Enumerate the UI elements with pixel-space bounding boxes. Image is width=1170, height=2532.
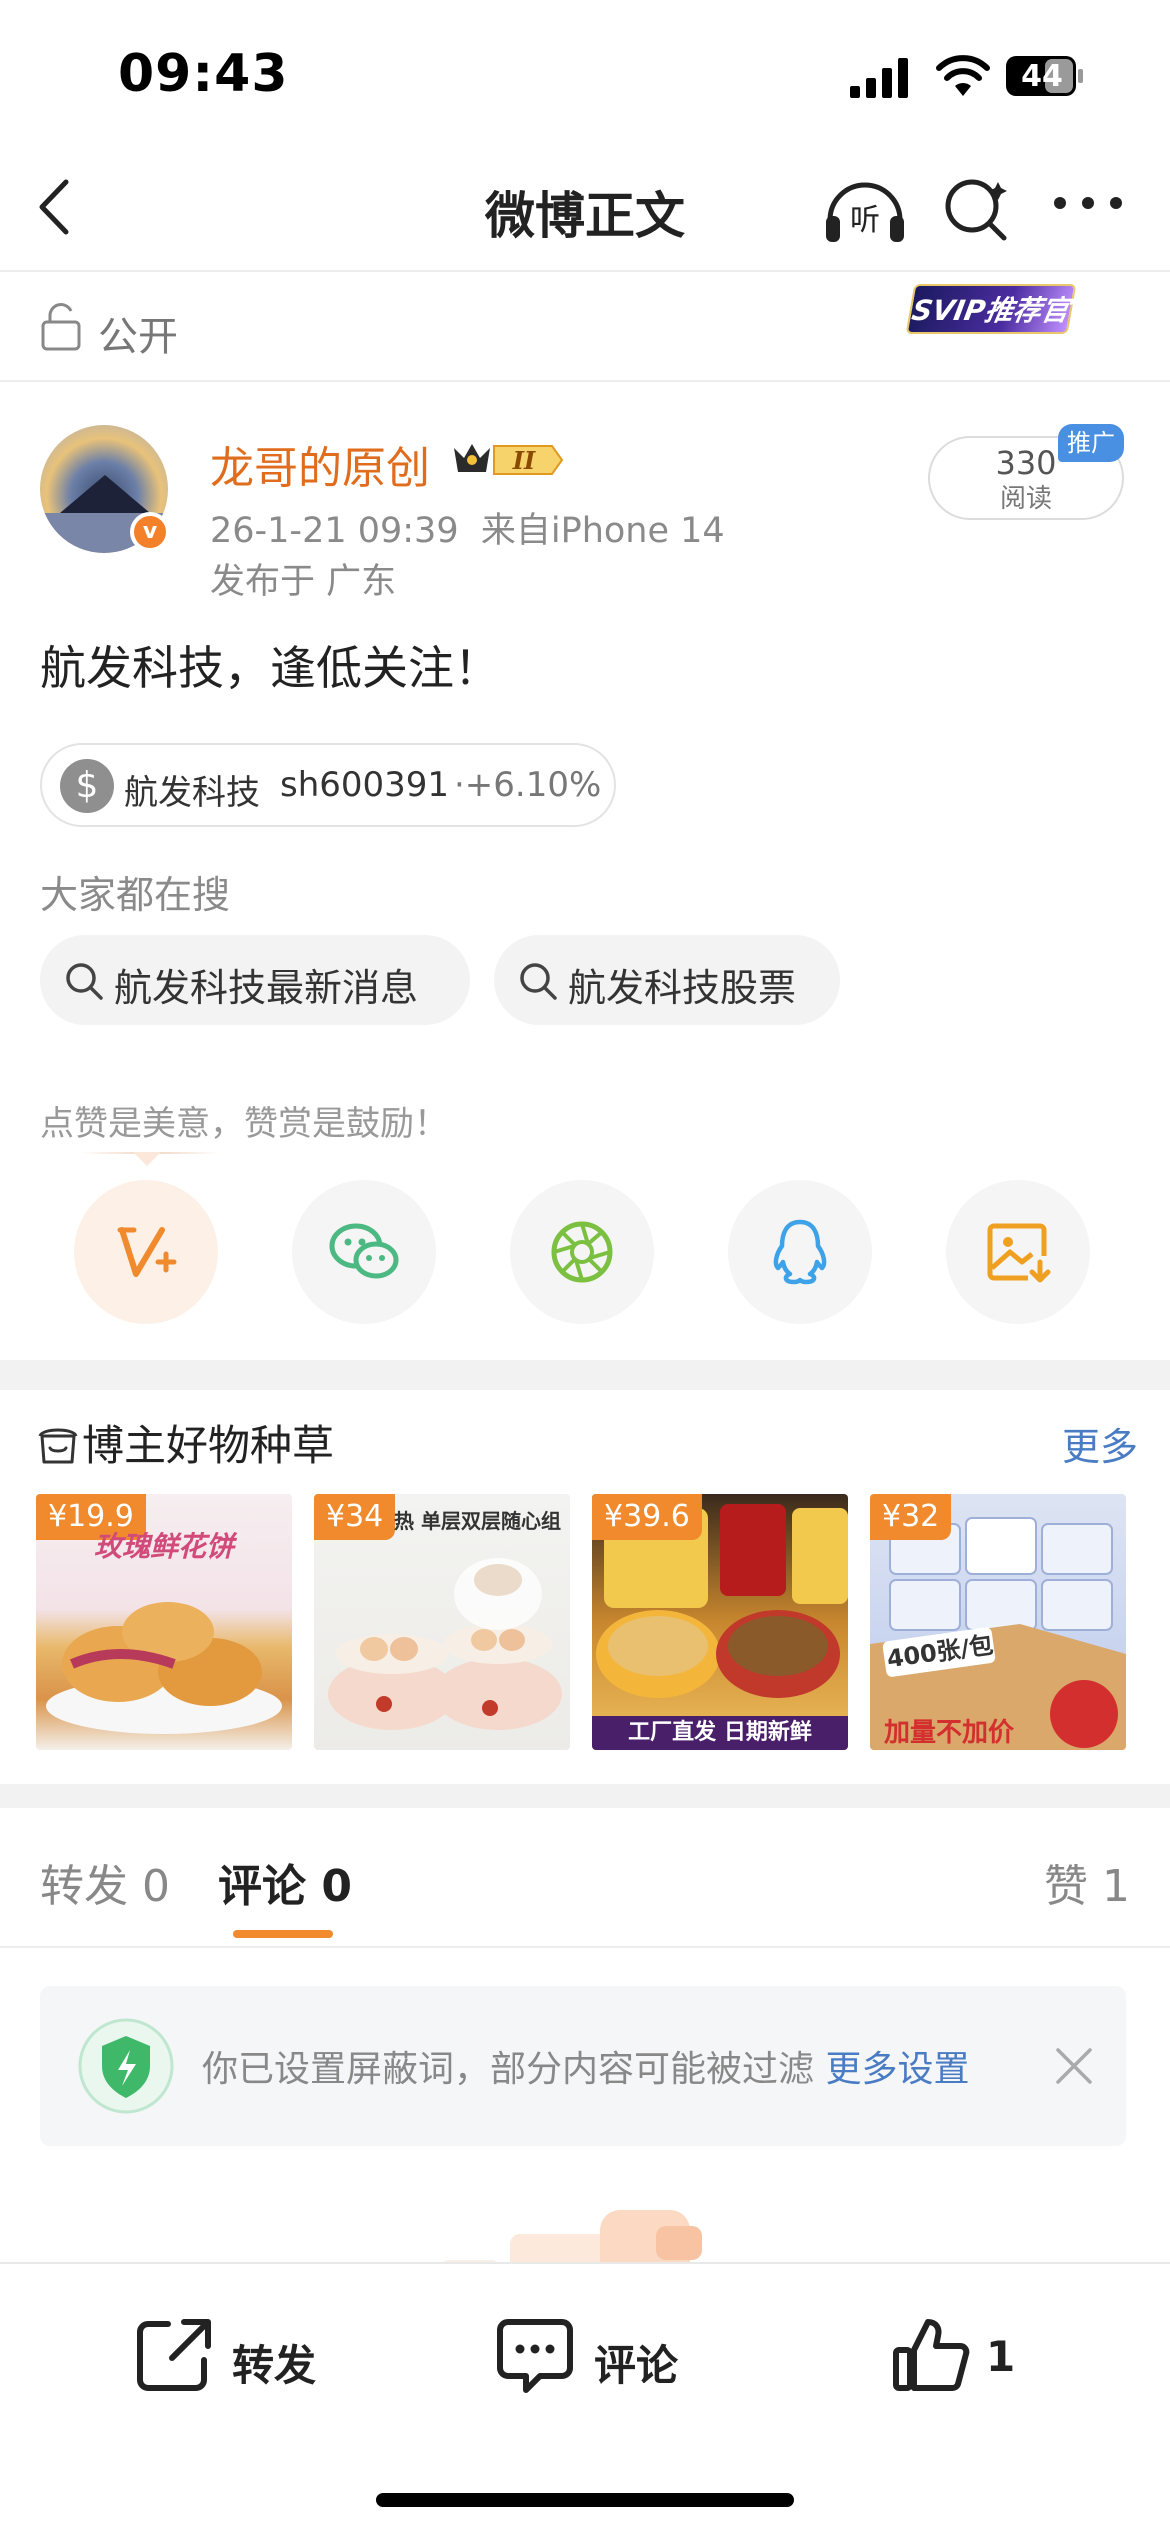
post-text: 航发科技，逢低关注！ <box>40 641 500 695</box>
repost-button[interactable]: 转发 <box>132 2314 332 2404</box>
goods-more-link[interactable]: 更多 <box>1062 1416 1138 1471</box>
share-wechat-button[interactable] <box>292 1180 436 1324</box>
shield-icon <box>78 2018 174 2114</box>
status-time: 09:43 <box>118 44 289 104</box>
tab-like[interactable]: 赞 1 <box>1044 1850 1130 1914</box>
comment-button[interactable]: 评论 <box>494 2314 694 2404</box>
product-card[interactable]: ¥39.6 工厂直发 日期新鲜 <box>592 1494 848 1750</box>
product-price: ¥39.6 <box>592 1494 702 1540</box>
search-suggestion-text: 航发科技股票 <box>568 966 797 1010</box>
moments-icon <box>551 1221 613 1283</box>
comment-label: 评论 <box>594 2341 679 2390</box>
stock-chip[interactable]: $ 航发科技 sh600391 ·+6.10% <box>40 743 616 827</box>
promote-tag[interactable]: 推广 <box>1058 424 1124 462</box>
like-button[interactable]: 1 <box>890 2314 1040 2404</box>
tab-comment[interactable]: 评论 0 <box>218 1850 352 1914</box>
product-price: ¥32 <box>870 1494 952 1540</box>
filter-notice-text: 你已设置屏蔽词，部分内容可能被过滤 更多设置 <box>202 2049 970 2090</box>
author-name[interactable]: 龙哥的原创 <box>210 432 430 496</box>
crown-level-badge-icon: II <box>454 444 564 475</box>
visibility-row: 公开 SVIP推荐官 <box>0 272 1170 382</box>
search-suggestion-text: 航发科技最新消息 <box>114 966 419 1010</box>
goods-heading: 博主好物种草 <box>36 1412 334 1473</box>
unlock-icon <box>41 303 81 351</box>
home-indicator <box>376 2493 794 2507</box>
post-meta: 26-1-21 09:39 来自iPhone 14 <box>210 502 725 553</box>
thumbs-up-icon <box>893 2319 970 2391</box>
search-suggestion-chip[interactable]: 航发科技股票 <box>494 935 840 1025</box>
post-location: 发布于 广东 <box>210 562 397 602</box>
level-badge-text: II <box>512 446 536 475</box>
wechat-icon <box>329 1223 399 1279</box>
search-suggestion-chip[interactable]: 航发科技最新消息 <box>40 935 470 1025</box>
battery-icon: 44 <box>1005 55 1085 97</box>
dollar-icon: $ <box>60 759 114 813</box>
repost-share-icon <box>137 2319 211 2391</box>
status-bar: 09:43 44 <box>0 0 1170 150</box>
comment-bubble-icon <box>497 2319 573 2393</box>
reward-button[interactable] <box>74 1180 218 1324</box>
close-icon[interactable] <box>1050 2042 1098 2090</box>
headphones-listen-icon[interactable]: 听 <box>822 170 908 246</box>
svip-badge[interactable]: SVIP推荐官 <box>905 284 1077 334</box>
post-tabs: 转发 0 评论 0 赞 1 <box>0 1792 1170 1948</box>
product-caption: 热 单层双层随心组 <box>394 1509 561 1533</box>
post-time: 26-1-21 09:39 <box>210 511 459 551</box>
goods-heading-text: 博主好物种草 <box>82 1421 335 1470</box>
product-caption: 加量不加价 <box>884 1718 1015 1748</box>
read-label: 阅读 <box>999 484 1052 514</box>
share-moments-button[interactable] <box>510 1180 654 1324</box>
section-divider <box>0 1360 1170 1390</box>
product-price: ¥34 <box>314 1494 396 1540</box>
battery-level: 44 <box>1021 59 1063 94</box>
product-card[interactable]: ¥34 热 单层双层随心组 <box>314 1494 570 1750</box>
shop-bag-icon <box>38 1428 78 1464</box>
search-icon <box>520 963 557 1000</box>
search-icon <box>66 963 103 1000</box>
product-card[interactable]: 400张/包 ¥32 加量不加价 <box>870 1494 1126 1750</box>
save-image-icon <box>987 1223 1051 1283</box>
verified-badge-icon: v <box>130 512 170 552</box>
stock-code: sh600391 <box>280 765 450 805</box>
product-caption: 工厂直发 日期新鲜 <box>628 1720 812 1745</box>
active-tab-indicator <box>233 1930 333 1938</box>
share-qq-button[interactable] <box>728 1180 872 1324</box>
post-source: 来自iPhone 14 <box>480 511 725 551</box>
nav-bar: 微博正文 听 <box>0 150 1170 272</box>
bottom-action-bar: 转发 评论 1 <box>0 2262 1170 2532</box>
trending-search-heading: 大家都在搜 <box>40 873 231 917</box>
cellular-signal-icon <box>850 58 908 98</box>
stock-name: 航发科技 <box>124 773 260 813</box>
repost-label: 转发 <box>232 2341 317 2390</box>
like-count: 1 <box>986 2332 1016 2381</box>
product-caption: 玫瑰鲜花饼 <box>93 1530 234 1563</box>
praise-hint: 点赞是美意，赞赏是鼓励！ <box>40 1104 448 1144</box>
weibo-reward-icon <box>117 1227 177 1277</box>
svg-text:听: 听 <box>850 203 880 238</box>
more-options-icon[interactable] <box>1050 188 1126 218</box>
search-icon[interactable] <box>940 172 1012 244</box>
tab-repost[interactable]: 转发 0 <box>40 1850 170 1914</box>
qq-icon <box>773 1219 827 1285</box>
visibility-label: 公开 <box>98 314 178 360</box>
save-image-button[interactable] <box>946 1180 1090 1324</box>
filter-notice: 你已设置屏蔽词，部分内容可能被过滤 更多设置 <box>40 1986 1126 2146</box>
more-settings-link[interactable]: 更多设置 <box>825 2049 969 2090</box>
wifi-icon <box>936 55 990 96</box>
stock-change: ·+6.10% <box>454 765 602 805</box>
product-card[interactable]: ¥19.9 玫瑰鲜花饼 <box>36 1494 292 1750</box>
tip-notch <box>133 1152 161 1166</box>
